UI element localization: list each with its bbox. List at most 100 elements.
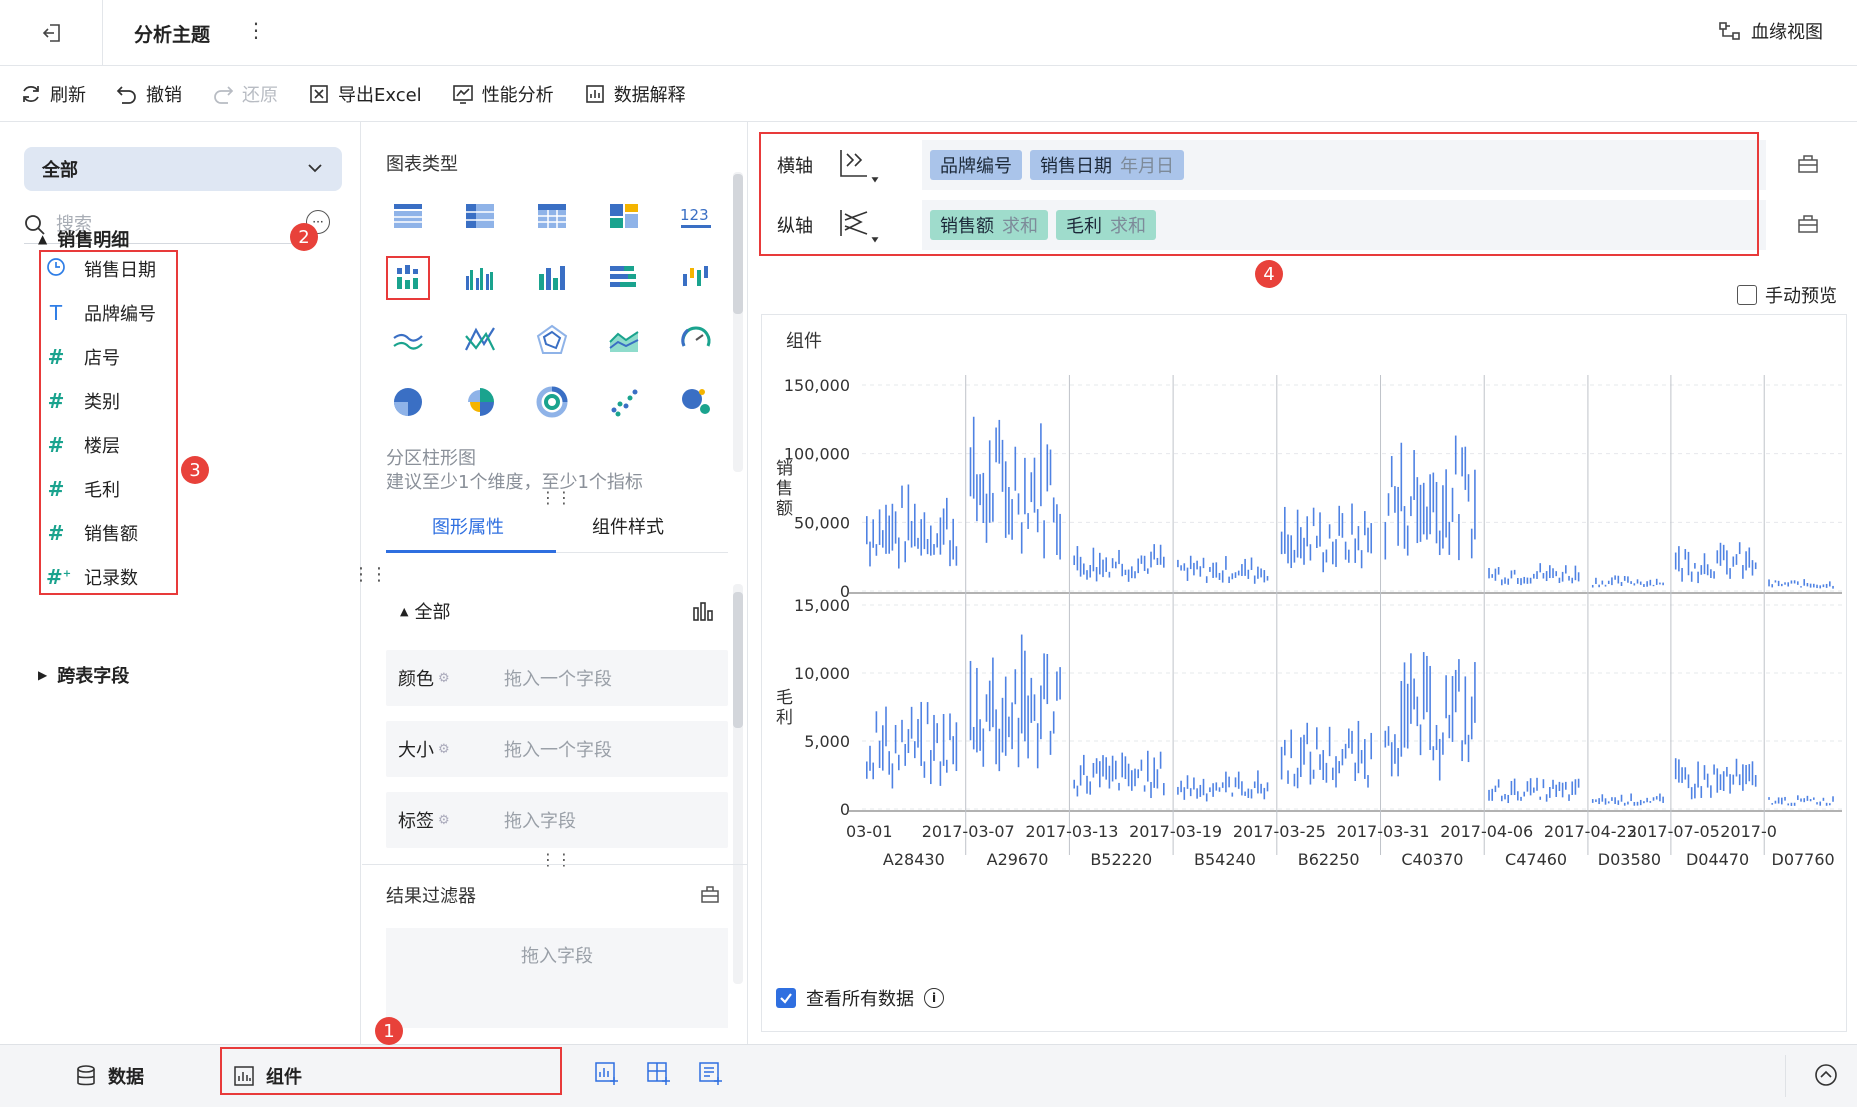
bar-chart-icon[interactable] [530,256,574,300]
kpi-card-icon[interactable] [602,194,646,238]
cross-table-icon[interactable] [530,194,574,238]
collapse-up-icon[interactable] [1814,1063,1838,1087]
export-excel-button[interactable]: 导出Excel [308,81,422,107]
more-vertical-icon[interactable]: ⋮ [246,18,266,42]
bar [982,728,985,767]
add-dashboard-icon[interactable] [646,1061,672,1087]
table-chart-icon[interactable] [386,194,430,238]
multilayer-pie-icon[interactable] [530,380,574,424]
radar-chart-icon[interactable] [530,318,574,362]
checkbox-checked-icon[interactable] [776,988,796,1008]
all-section-header[interactable]: ▲ 全部 [400,598,450,624]
bar [1523,791,1526,797]
undo-button[interactable]: 撤销 [116,81,182,107]
bar [1732,556,1735,567]
result-filter-drop-zone[interactable]: 拖入字段 [386,928,728,1028]
bar [1426,506,1428,540]
tab-component-style[interactable]: 组件样式 [592,513,664,539]
x-axis-settings-icon[interactable] [1797,152,1819,174]
bar [1257,566,1259,579]
bar [1819,801,1822,806]
exit-icon[interactable] [30,16,74,50]
view-all-data-toggle[interactable]: 查看所有数据 i [776,985,944,1011]
pie-chart-icon[interactable] [386,380,430,424]
step-badge-2: 2 [290,223,318,251]
bar [930,525,932,556]
bar [1467,474,1470,502]
x-brand-label: C40370 [1401,850,1463,869]
size-property-row[interactable]: 大小 ⚙ 拖入一个字段 [386,721,728,777]
data-tab[interactable]: 数据 [76,1063,144,1089]
group-cross-table[interactable]: ▶ 跨表字段 [38,662,129,688]
bar [1784,582,1786,585]
bar [1552,568,1554,578]
gear-icon[interactable]: ⚙ [438,813,450,828]
line-chart-icon[interactable] [386,318,430,362]
bar [1209,567,1211,572]
bar [1829,581,1831,587]
bar [955,546,958,566]
bar [1020,634,1023,734]
resize-handle-h2[interactable]: ⋮⋮ [540,850,572,869]
stacked-bar-horizontal-icon[interactable] [602,256,646,300]
radar-line-icon[interactable] [458,318,502,362]
bar [1529,778,1532,796]
bar [1813,583,1815,588]
bar [1193,562,1195,576]
gear-icon[interactable]: ⚙ [438,742,450,757]
bar [1052,497,1055,523]
area-chart-icon[interactable] [602,318,646,362]
multi-series-bar-icon[interactable] [458,256,502,300]
range-bar-icon[interactable] [674,256,718,300]
bar [882,725,884,771]
rose-chart-icon[interactable] [458,380,502,424]
cross-table-label: 跨表字段 [57,666,130,687]
bar [1024,457,1026,515]
number-123-icon[interactable]: 123 [674,194,718,238]
gear-icon[interactable]: ⚙ [438,671,450,686]
bar [1574,779,1577,795]
props-scroll-thumb[interactable] [733,592,743,728]
gauge-icon[interactable] [674,318,718,362]
chart-type-scroll-thumb[interactable] [733,174,743,314]
bar [891,503,894,551]
group-table-icon[interactable] [458,194,502,238]
bubble-chart-icon[interactable] [674,380,718,424]
bar [1059,667,1061,700]
step-badge-4: 4 [1255,260,1283,288]
redo-button[interactable]: 还原 [212,81,278,107]
scatter-chart-icon[interactable] [602,380,646,424]
bar [1027,513,1029,529]
y-axis-title: 销 [776,459,793,479]
data-explain-button[interactable]: 数据解释 [584,81,686,107]
bar [1445,469,1447,538]
partition-bar-chart-icon[interactable] [386,256,430,300]
performance-button[interactable]: 性能分析 [452,81,554,107]
bar [1467,734,1470,763]
refresh-button[interactable]: 刷新 [20,81,86,107]
lineage-view-button[interactable]: 血缘视图 [1719,18,1823,44]
bar [1231,792,1234,797]
filter-settings-icon[interactable] [700,884,720,904]
add-component-icon[interactable] [594,1061,620,1087]
manual-preview-toggle[interactable]: 手动预览 [1737,282,1837,308]
bar [1089,565,1092,578]
info-icon[interactable]: i [924,988,944,1008]
add-story-icon[interactable] [698,1061,724,1087]
manual-preview-checkbox[interactable] [1737,285,1757,305]
table-dropdown[interactable]: 全部 [24,147,342,191]
bar [1643,584,1645,587]
bar [1127,569,1130,582]
bar [1387,493,1390,516]
bar [1748,764,1751,782]
group-sales-detail[interactable]: ▲ 销售明细 [38,226,129,252]
y-tick-label: 5,000 [804,732,850,751]
bar [1488,567,1490,579]
label-property-row[interactable]: 标签 ⚙ 拖入字段 [386,792,728,848]
bar-type-icon[interactable] [692,600,714,622]
bar [914,741,916,759]
tab-graph-properties[interactable]: 图形属性 [432,513,504,539]
y-axis-settings-icon[interactable] [1797,212,1819,234]
color-property-row[interactable]: 颜色 ⚙ 拖入一个字段 [386,650,728,706]
partition-bar-chart[interactable]: 组件 150,000 100,000 50,000 0 销售额 15,000 10,000 5,… [762,315,1848,975]
